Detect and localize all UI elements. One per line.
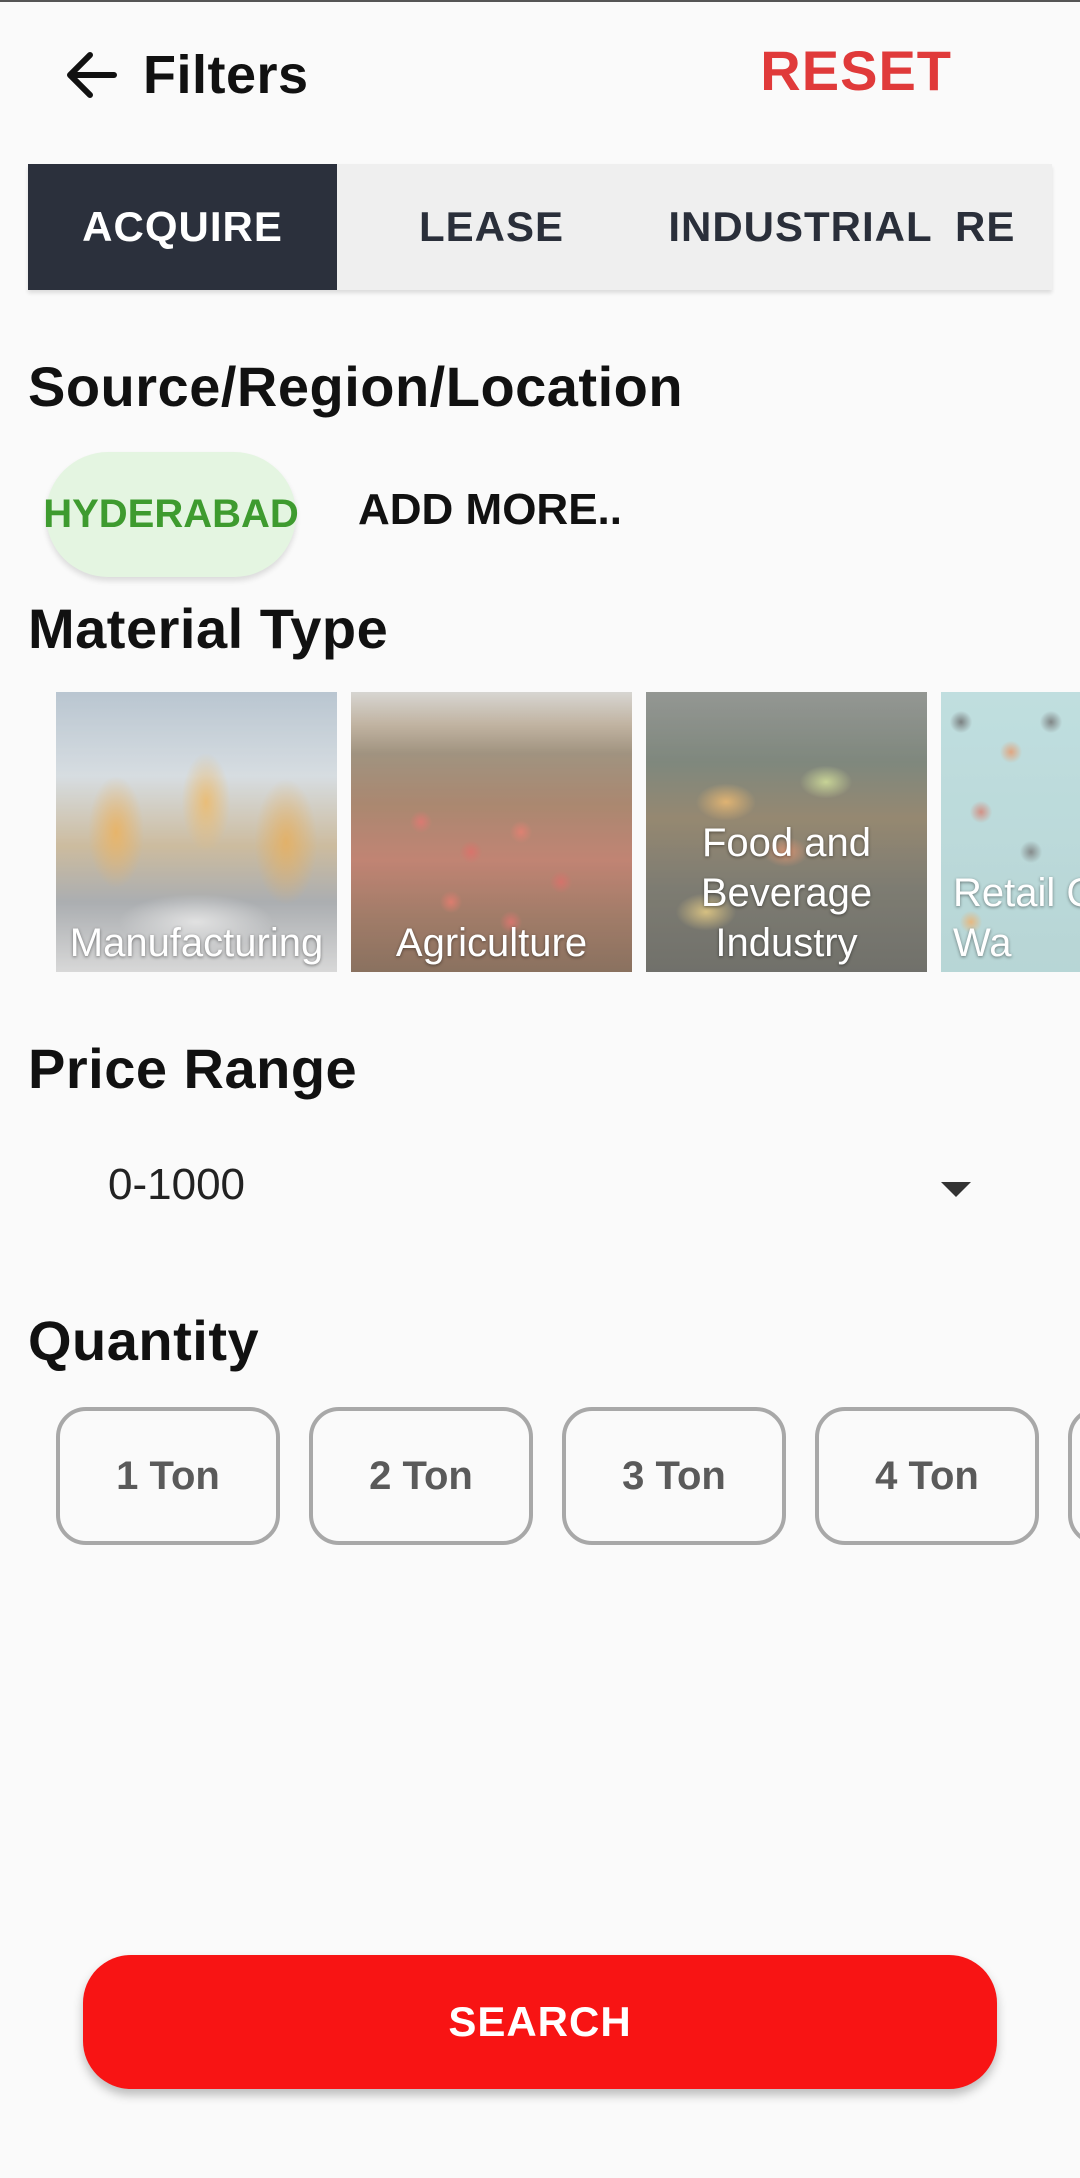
material-label: Retail Comm Wa [953,871,1080,965]
quantity-option-1-ton[interactable]: 1 Ton [56,1407,280,1545]
quantity-options: 1 Ton 2 Ton 3 Ton 4 Ton [56,1407,1080,1547]
price-range-dropdown[interactable]: 0-1000 [28,1142,998,1238]
material-carousel: Manufacturing Agriculture Food and Bever… [56,692,1080,972]
arrow-left-icon [67,52,117,98]
material-card-manufacturing[interactable]: Manufacturing [56,692,337,972]
tab-acquire[interactable]: ACQUIRE [28,164,337,290]
location-heading: Source/Region/Location [28,355,684,418]
price-heading: Price Range [28,1037,358,1100]
location-chip-selected[interactable]: HYDERABAD [43,452,299,577]
material-card-food-beverage[interactable]: Food and Beverage Industry [646,692,927,972]
tab-lease[interactable]: LEASE [337,164,646,290]
material-heading: Material Type [28,597,389,660]
material-card-retail[interactable]: Retail Comm Wa [941,692,1080,972]
search-button[interactable]: SEARCH [83,1955,997,2089]
material-label: Manufacturing [69,921,324,965]
quantity-option-partial[interactable] [1068,1407,1080,1545]
category-tabs: ACQUIRE LEASE INDUSTRIAL RE [28,164,1052,290]
quantity-heading: Quantity [28,1309,260,1372]
app-header: Filters RESET [0,2,1080,152]
price-range-value: 0-1000 [108,1160,246,1209]
add-more-button[interactable]: ADD MORE.. [358,485,622,535]
page-title: Filters [143,45,309,105]
material-card-agriculture[interactable]: Agriculture [351,692,632,972]
material-label: Food and Beverage Industry [700,821,873,965]
caret-down-icon [941,1182,971,1197]
reset-button[interactable]: RESET [760,38,952,103]
quantity-option-3-ton[interactable]: 3 Ton [562,1407,786,1545]
back-button[interactable] [58,40,128,110]
material-label: Agriculture [395,921,588,965]
tab-partial[interactable]: RE [955,164,1052,290]
quantity-option-4-ton[interactable]: 4 Ton [815,1407,1039,1545]
quantity-option-2-ton[interactable]: 2 Ton [309,1407,533,1545]
tab-industrial[interactable]: INDUSTRIAL [646,164,955,290]
